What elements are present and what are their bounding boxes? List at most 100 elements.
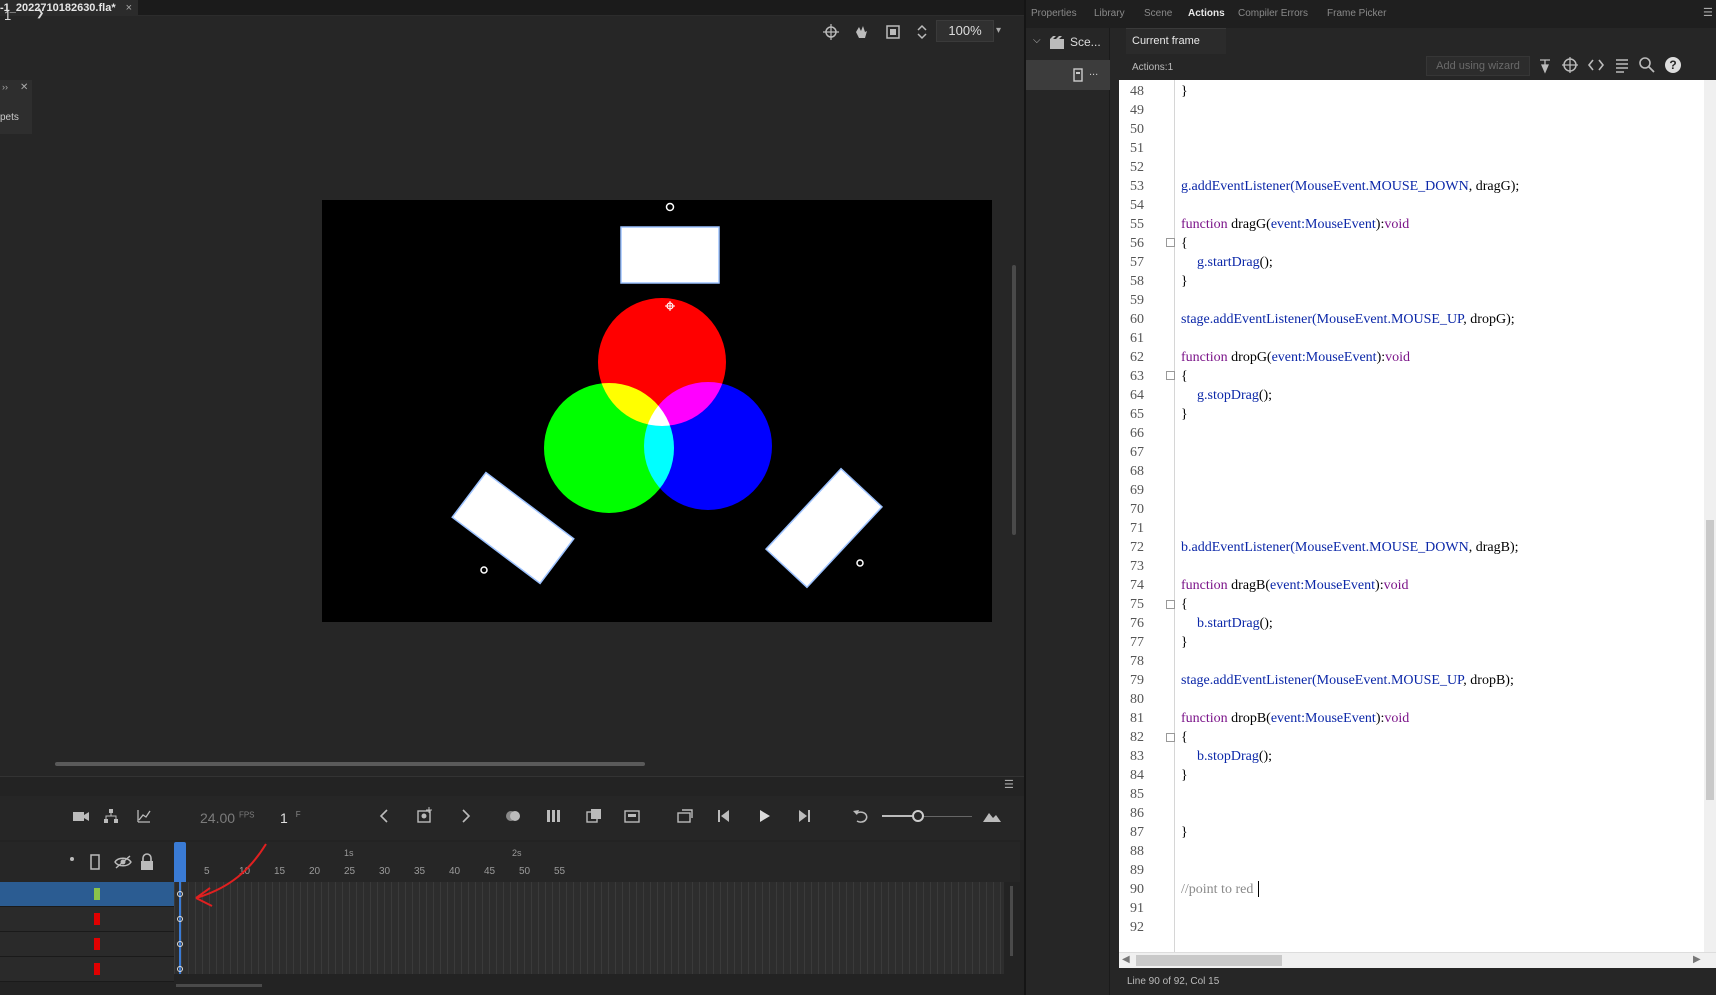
- tab-frame-picker[interactable]: Frame Picker: [1327, 8, 1386, 19]
- tab-scene[interactable]: Scene: [1144, 8, 1172, 19]
- right-rectangle[interactable]: [764, 467, 884, 589]
- frame-rate[interactable]: 24.00 FPS: [200, 810, 255, 826]
- layer-parenting-icon[interactable]: [103, 808, 119, 824]
- code-line-56: {: [1181, 236, 1188, 251]
- scene-select[interactable]: 1 ❯: [4, 8, 50, 26]
- code-line-87: }: [1181, 825, 1188, 840]
- zoom-input[interactable]: 100%: [936, 20, 994, 42]
- dot-icon[interactable]: [70, 857, 74, 861]
- undo-icon[interactable]: [852, 808, 870, 824]
- help-icon[interactable]: ?: [1664, 56, 1682, 74]
- keyframe-icon[interactable]: [177, 966, 183, 972]
- pin-icon[interactable]: [1536, 56, 1554, 74]
- step-back-icon[interactable]: [716, 808, 732, 824]
- tab-properties[interactable]: Properties: [1031, 8, 1077, 19]
- target-icon[interactable]: [1561, 56, 1579, 74]
- tab-actions[interactable]: Actions: [1188, 8, 1225, 19]
- snap-icon[interactable]: [822, 23, 840, 41]
- insert-keyframe-icon[interactable]: [416, 806, 434, 824]
- insert-blank-keyframe-icon[interactable]: [624, 808, 640, 824]
- code-line-63: {: [1181, 369, 1188, 384]
- edit-multiple-frames-icon[interactable]: [546, 808, 562, 824]
- graph-icon[interactable]: [136, 808, 152, 824]
- current-frame[interactable]: 1F: [280, 810, 301, 826]
- blue-circle[interactable]: [644, 382, 772, 510]
- next-keyframe-icon[interactable]: [460, 808, 472, 824]
- format-code-icon[interactable]: [1613, 56, 1631, 74]
- layer-row[interactable]: [0, 957, 174, 982]
- keyframe-icon[interactable]: [177, 916, 183, 922]
- line-number: 51: [1130, 141, 1144, 156]
- line-number: 83: [1130, 749, 1144, 764]
- layer-row[interactable]: [0, 907, 174, 932]
- outline-icon[interactable]: [90, 854, 100, 870]
- code-line-53: g.addEventListener(MouseEvent.MOUSE_DOWN…: [1181, 179, 1520, 194]
- step-forward-icon[interactable]: [796, 808, 812, 824]
- code-horizontal-scrollbar-thumb[interactable]: [1136, 955, 1282, 966]
- timeline-ruler[interactable]: 5 10 15 20 25 30 35 40 45 50 55 1s 2s: [174, 842, 1020, 882]
- layer-color-swatch[interactable]: [94, 913, 100, 925]
- loop-icon[interactable]: [676, 808, 694, 824]
- tab-compiler-errors[interactable]: Compiler Errors: [1238, 8, 1308, 19]
- layer-row[interactable]: [0, 882, 174, 907]
- scroll-right-icon[interactable]: ▶: [1693, 954, 1701, 965]
- close-icon[interactable]: ×: [126, 2, 132, 14]
- layer-color-swatch[interactable]: [94, 963, 100, 975]
- code-editor[interactable]: [1119, 80, 1716, 952]
- keyframe-icon[interactable]: [177, 941, 183, 947]
- line-number: 53: [1130, 179, 1144, 194]
- search-icon[interactable]: [1638, 56, 1656, 74]
- code-vertical-scrollbar-thumb[interactable]: [1706, 520, 1714, 800]
- layer-color-swatch[interactable]: [94, 888, 100, 900]
- tab-library[interactable]: Library: [1094, 8, 1125, 19]
- fold-icon[interactable]: [1166, 238, 1175, 247]
- frames-grid[interactable]: [174, 882, 1004, 974]
- timeline-vertical-scrollbar[interactable]: [1010, 886, 1013, 956]
- line-number: 58: [1130, 274, 1144, 289]
- code-snippets-icon[interactable]: [1587, 56, 1605, 74]
- code-line-75: {: [1181, 597, 1188, 612]
- create-tween-icon[interactable]: [586, 808, 602, 824]
- scroll-left-icon[interactable]: ◀: [1122, 954, 1130, 965]
- menu-icon[interactable]: ☰: [1703, 6, 1713, 19]
- close-icon[interactable]: ✕: [20, 82, 28, 93]
- line-number: 68: [1130, 464, 1144, 479]
- mountain-icon[interactable]: [982, 808, 1002, 824]
- fold-icon[interactable]: [1166, 371, 1175, 380]
- lock-icon[interactable]: [140, 853, 154, 871]
- center-stage-icon[interactable]: [913, 23, 931, 41]
- fold-icon[interactable]: [1166, 733, 1175, 742]
- layer-row[interactable]: [0, 932, 174, 957]
- previous-keyframe-icon[interactable]: [378, 808, 390, 824]
- menu-icon[interactable]: ☰: [1004, 778, 1014, 791]
- add-using-wizard-button[interactable]: Add using wizard: [1426, 56, 1530, 76]
- status-bar: Line 90 of 92, Col 15: [1119, 968, 1716, 995]
- workspace-horizontal-scrollbar[interactable]: [55, 762, 645, 766]
- stage-canvas[interactable]: [322, 200, 992, 622]
- hand-icon[interactable]: [852, 23, 870, 41]
- slider-thumb[interactable]: [912, 810, 924, 822]
- line-number: 92: [1130, 920, 1144, 935]
- chevron-down-icon[interactable]: ▾: [996, 25, 1001, 36]
- fold-icon[interactable]: [1166, 600, 1175, 609]
- top-rectangle[interactable]: [620, 226, 720, 284]
- tab-current-frame[interactable]: Current frame: [1126, 28, 1226, 54]
- code-line-64: g.stopDrag();: [1197, 388, 1273, 403]
- workspace-vertical-scrollbar[interactable]: [1012, 265, 1016, 535]
- layer-color-swatch[interactable]: [94, 938, 100, 950]
- snippets-label: pets: [0, 112, 19, 123]
- onion-skin-icon[interactable]: [504, 808, 522, 824]
- timeline-horizontal-scrollbar[interactable]: [176, 984, 262, 987]
- play-icon[interactable]: [756, 808, 772, 824]
- code-vertical-scrollbar[interactable]: [1704, 80, 1716, 952]
- left-rectangle[interactable]: [451, 471, 575, 585]
- clip-canvas-icon[interactable]: [884, 23, 902, 41]
- expand-icon[interactable]: ››: [2, 82, 8, 92]
- ruler-frame-number: 45: [484, 866, 496, 877]
- line-number: 89: [1130, 863, 1144, 878]
- chevron-down-icon[interactable]: ⌵: [1033, 35, 1041, 46]
- camera-icon[interactable]: [72, 808, 90, 824]
- eye-hidden-icon[interactable]: [114, 854, 132, 870]
- line-number: 69: [1130, 483, 1144, 498]
- scene-tree-frame-item[interactable]: ...: [1026, 60, 1110, 90]
